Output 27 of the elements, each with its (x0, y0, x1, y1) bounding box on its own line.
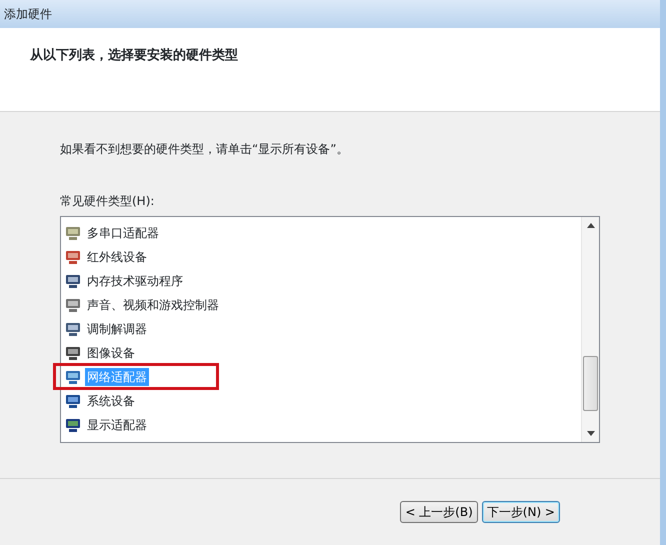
scroll-down-icon[interactable] (586, 431, 594, 436)
instruction-text: 如果看不到想要的硬件类型，请单击“显示所有设备”。 (60, 141, 350, 158)
list-item[interactable]: 声音、视频和游戏控制器 (85, 296, 221, 314)
scrollbar[interactable] (581, 217, 599, 442)
next-button[interactable]: 下一步(N) > (482, 501, 560, 523)
list-item[interactable]: 显示适配器 (85, 416, 149, 434)
list-label: 常见硬件类型(H): (60, 193, 154, 210)
list-item[interactable]: 内存技术驱动程序 (85, 272, 185, 290)
list-item[interactable]: 图像设备 (85, 344, 137, 362)
device-icon (65, 249, 81, 265)
list-item[interactable]: 红外线设备 (85, 248, 149, 266)
list-item[interactable]: 调制解调器 (85, 320, 149, 338)
device-icon (65, 345, 81, 361)
header-title: 从以下列表，选择要安装的硬件类型 (30, 48, 238, 63)
scrollbar-thumb[interactable] (583, 356, 598, 411)
device-icon (65, 393, 81, 409)
device-icon (65, 297, 81, 313)
device-icon (65, 417, 81, 433)
device-icon (65, 273, 81, 289)
scroll-up-icon[interactable] (586, 223, 594, 228)
device-icon (65, 225, 81, 241)
window-title: 添加硬件 (4, 6, 52, 23)
list-item[interactable]: 系统设备 (85, 392, 137, 410)
back-button[interactable]: < 上一步(B) (400, 501, 478, 523)
device-icon (65, 369, 81, 385)
list-item[interactable]: 多串口适配器 (85, 224, 161, 242)
device-icon (65, 321, 81, 337)
